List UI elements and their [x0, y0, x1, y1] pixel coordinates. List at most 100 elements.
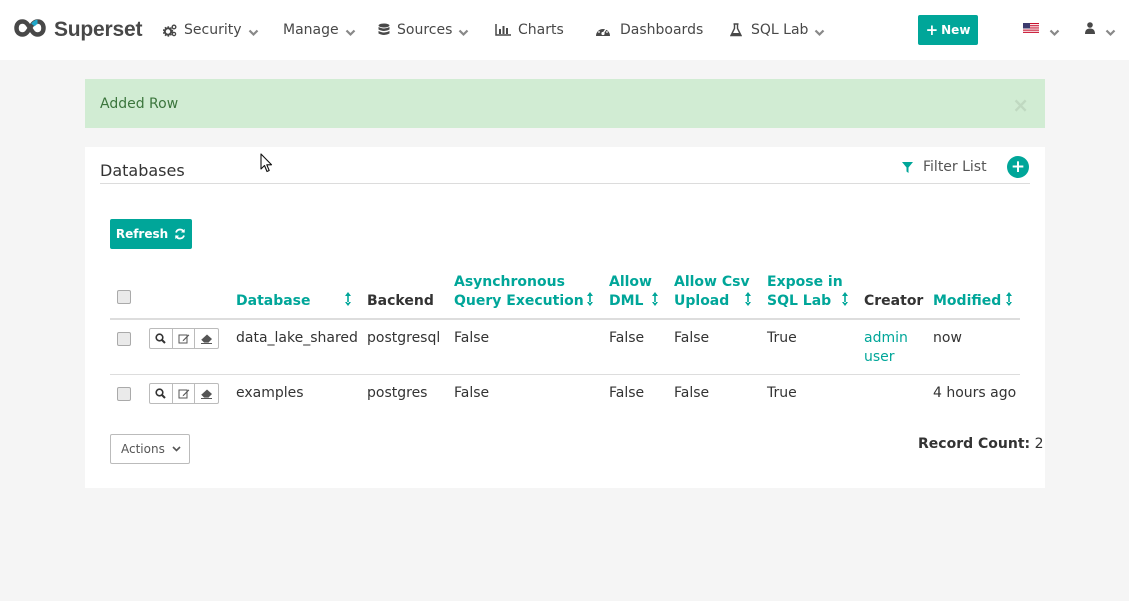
databases-panel: Databases Filter List + Refresh Database…	[85, 147, 1045, 488]
brand[interactable]: Superset	[14, 18, 142, 42]
flask-icon	[730, 23, 742, 37]
cell-allow-csv: False	[674, 385, 710, 401]
select-all-checkbox[interactable]	[117, 290, 131, 304]
nav-sql-lab-label: SQL Lab	[751, 22, 809, 38]
nav-sql-lab[interactable]: SQL Lab	[730, 0, 825, 60]
nav-charts-label: Charts	[518, 22, 564, 38]
chevron-down-icon	[458, 25, 469, 41]
search-icon	[155, 333, 167, 344]
nav-charts[interactable]: Charts	[495, 0, 564, 60]
alert-message: Added Row	[100, 96, 179, 112]
new-button[interactable]: + New	[918, 15, 978, 45]
sort-icon[interactable]	[744, 291, 752, 307]
cell-allow-csv: False	[674, 330, 710, 346]
chevron-down-icon	[345, 25, 356, 41]
col-database[interactable]: Database	[236, 292, 311, 311]
sort-icon[interactable]	[344, 291, 352, 307]
cell-modified: 4 hours ago	[933, 385, 1017, 401]
panel-title: Databases	[100, 161, 185, 180]
nav-dashboards[interactable]: Dashboards	[595, 0, 703, 60]
search-icon	[155, 388, 167, 399]
us-flag-icon	[1023, 22, 1039, 38]
row-action-buttons	[149, 328, 219, 349]
record-count: Record Count: 2	[918, 436, 1043, 452]
cell-modified: now	[933, 330, 962, 346]
refresh-icon	[174, 228, 186, 240]
col-allow-dml[interactable]: Allow DML	[609, 273, 652, 311]
nav-manage[interactable]: Manage	[283, 0, 356, 60]
cell-database: examples	[236, 385, 304, 401]
cell-allow-dml: False	[609, 385, 645, 401]
cell-expose: True	[767, 385, 797, 401]
sort-icon[interactable]	[651, 291, 659, 307]
creator-first: admin	[864, 330, 908, 346]
cell-async: False	[454, 330, 490, 346]
row-action-buttons	[149, 383, 219, 404]
divider	[100, 183, 1030, 184]
dashboard-icon	[595, 24, 611, 37]
actions-dropdown[interactable]: Actions	[110, 434, 190, 464]
col-async[interactable]: Asynchronous Query Execution	[454, 273, 584, 311]
filter-list-button[interactable]: Filter List	[902, 159, 987, 175]
refresh-label: Refresh	[115, 227, 169, 241]
col-allow-dml-line1: Allow	[609, 274, 652, 290]
col-allow-csv-line1: Allow Csv	[674, 274, 750, 290]
bar-chart-icon	[495, 24, 511, 36]
actions-label: Actions	[121, 442, 165, 456]
row-checkbox[interactable]	[117, 332, 131, 346]
plus-icon: +	[925, 20, 939, 39]
record-count-value: 2	[1034, 436, 1044, 452]
col-allow-csv-line2: Upload	[674, 293, 730, 309]
col-expose-line2: SQL Lab	[767, 293, 832, 309]
new-button-label: New	[941, 23, 971, 37]
view-record-button[interactable]	[150, 384, 173, 403]
row-checkbox[interactable]	[117, 387, 131, 401]
sort-icon[interactable]	[586, 291, 594, 307]
view-record-button[interactable]	[150, 329, 173, 348]
edit-record-button[interactable]	[173, 329, 196, 348]
sort-icon[interactable]	[841, 291, 849, 307]
sort-icon[interactable]	[1005, 291, 1013, 307]
cell-expose: True	[767, 330, 797, 346]
refresh-button[interactable]: Refresh	[110, 219, 192, 249]
success-alert: Added Row ×	[85, 79, 1045, 128]
edit-record-button[interactable]	[173, 384, 196, 403]
superset-logo-icon	[14, 19, 46, 41]
edit-icon	[178, 389, 189, 399]
chevron-down-icon	[1049, 25, 1060, 41]
language-menu[interactable]	[1023, 0, 1060, 60]
chevron-down-icon	[1105, 25, 1116, 41]
col-async-line1: Asynchronous	[454, 274, 565, 290]
close-icon[interactable]: ×	[1012, 93, 1029, 117]
col-expose-line1: Expose in	[767, 274, 843, 290]
user-icon	[1085, 22, 1095, 38]
col-modified[interactable]: Modified	[933, 292, 1001, 311]
nav-sources[interactable]: Sources	[378, 0, 469, 60]
nav-sources-label: Sources	[397, 22, 453, 38]
delete-record-button[interactable]	[195, 384, 218, 403]
eraser-icon	[200, 389, 213, 399]
eraser-icon	[200, 334, 213, 344]
nav-security-label: Security	[184, 22, 242, 38]
col-allow-dml-line2: DML	[609, 293, 644, 309]
creator-last: user	[864, 349, 895, 365]
col-allow-csv[interactable]: Allow Csv Upload	[674, 273, 750, 311]
delete-record-button[interactable]	[195, 329, 218, 348]
nav-security[interactable]: Security	[163, 0, 259, 60]
cell-database: data_lake_shared	[236, 330, 358, 346]
add-record-button[interactable]: +	[1007, 156, 1029, 178]
chevron-down-icon	[248, 25, 259, 41]
cell-creator-link[interactable]: admin user	[864, 329, 908, 367]
cogs-icon	[163, 24, 177, 37]
filter-list-label: Filter List	[923, 159, 987, 175]
cell-allow-dml: False	[609, 330, 645, 346]
cell-backend: postgresql	[367, 330, 441, 346]
user-menu[interactable]	[1085, 0, 1116, 60]
chevron-down-icon	[814, 25, 825, 41]
col-creator: Creator	[864, 293, 924, 309]
top-navbar: Superset Security Manage Sources Charts …	[0, 0, 1129, 60]
col-expose[interactable]: Expose in SQL Lab	[767, 273, 843, 311]
col-backend: Backend	[367, 293, 434, 309]
nav-manage-label: Manage	[283, 22, 339, 38]
database-icon	[378, 23, 390, 37]
